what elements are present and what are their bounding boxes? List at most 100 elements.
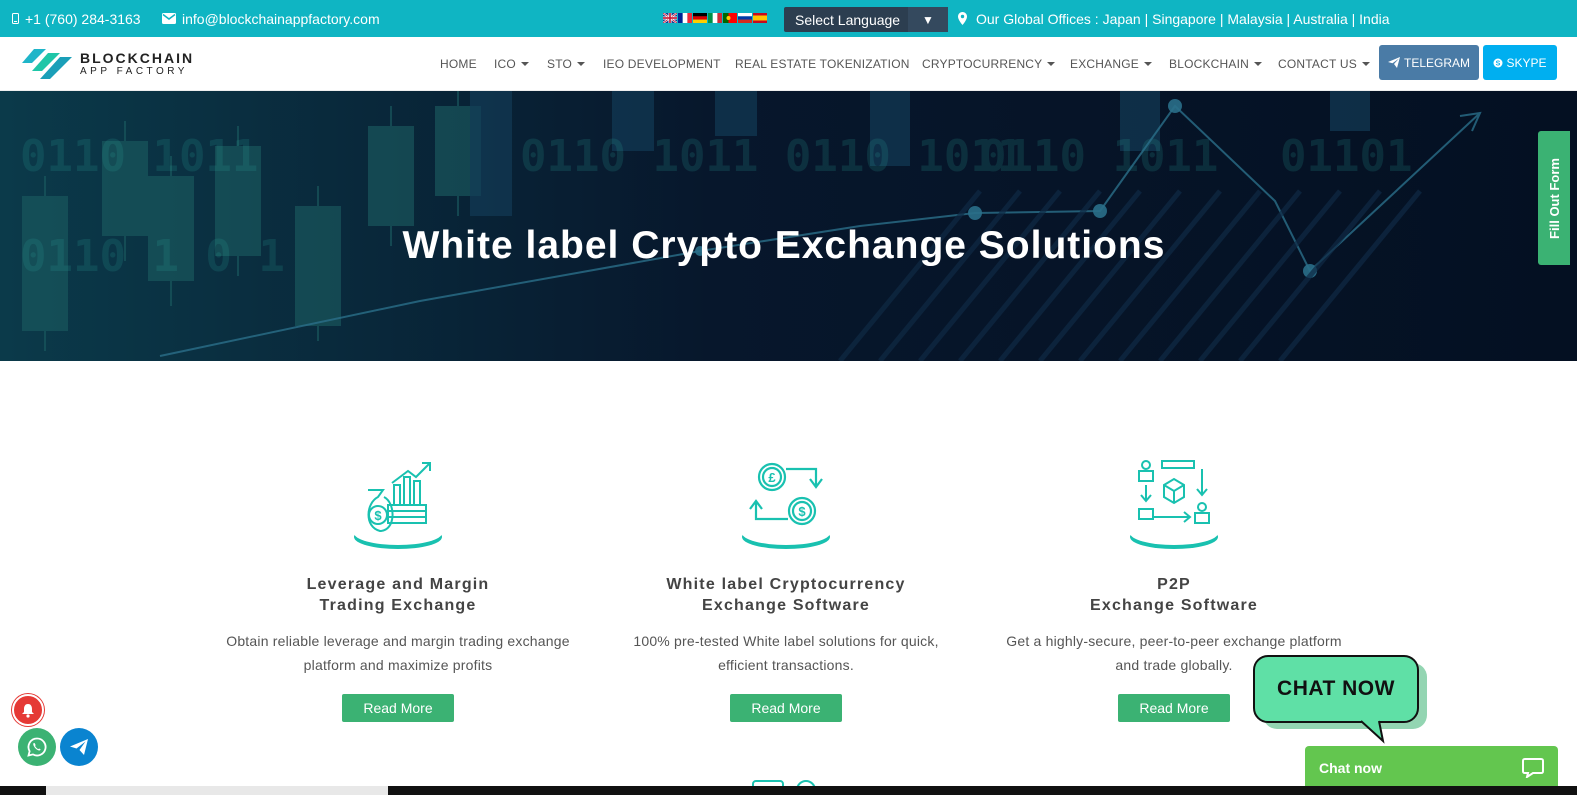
hero-title: White label Crypto Exchange Solutions (402, 224, 1166, 267)
card-desc-line2: efficient transactions. (718, 657, 854, 673)
fr-flag-icon[interactable] (678, 13, 692, 23)
card-desc-line2: and trade globally. (1115, 657, 1233, 673)
caret-down-icon (1254, 62, 1263, 66)
it-flag-icon[interactable] (708, 13, 722, 23)
nav-ico[interactable]: ICO (494, 37, 529, 91)
email-link[interactable]: info@blockchainappfactory.com (162, 0, 380, 37)
card-title: White label Cryptocurrency Exchange Soft… (596, 574, 976, 616)
chat-icon (1522, 757, 1544, 778)
main-navbar: BLOCKCHAIN APP FACTORY HOME ICO STO IEO … (0, 37, 1577, 91)
telegram-float-button[interactable] (60, 728, 98, 766)
ru-flag-icon[interactable] (738, 13, 752, 23)
gb-flag-icon[interactable] (663, 13, 677, 23)
nav-contact-us[interactable]: CONTACT US (1278, 37, 1370, 91)
offices-text: Our Global Offices : Japan | Singapore |… (976, 10, 1390, 27)
pt-flag-icon[interactable] (723, 13, 737, 23)
nav-home[interactable]: HOME (440, 37, 477, 91)
top-bar: +1 (760) 284-3163 info@blockchainappfact… (0, 0, 1577, 37)
phone-link[interactable]: +1 (760) 284-3163 (12, 0, 141, 37)
caret-down-icon (520, 62, 529, 66)
fill-out-form-tab[interactable]: Fill Out Form (1538, 131, 1570, 265)
card-desc-line1: Obtain reliable leverage and margin trad… (226, 633, 570, 649)
card-desc-line1: Get a highly-secure, peer-to-peer exchan… (1006, 633, 1342, 649)
global-offices: Our Global Offices : Japan | Singapore |… (958, 0, 1390, 37)
bottom-bar (0, 786, 1577, 795)
svg-text:01101: 01101 (1280, 131, 1412, 182)
svg-text:$: $ (798, 504, 806, 519)
caret-down-icon (1047, 62, 1056, 66)
service-card-leverage: $ Leverage and Margin Trading Exchange O… (208, 455, 588, 722)
read-more-button[interactable]: Read More (342, 694, 454, 722)
page: +1 (760) 284-3163 info@blockchainappfact… (0, 0, 1577, 795)
nav-exchange[interactable]: EXCHANGE (1070, 37, 1152, 91)
svg-text:0110 1011 0110 1011: 0110 1011 0110 1011 (520, 131, 1023, 182)
nav-cryptocurrency[interactable]: CRYPTOCURRENCY (922, 37, 1056, 91)
chat-bar-label: Chat now (1319, 759, 1382, 776)
language-select-label: Select Language (795, 11, 901, 28)
read-more-button[interactable]: Read More (1118, 694, 1230, 722)
language-flags (663, 13, 767, 23)
nav-ieo-development[interactable]: IEO DEVELOPMENT (603, 37, 721, 91)
bell-icon (22, 703, 34, 718)
svg-text:S: S (1496, 60, 1501, 67)
hero-banner: 0110 1011 0110 1 0 1 0110 1011 0110 1011… (0, 91, 1577, 361)
bottom-bar-segment (46, 786, 388, 795)
card-title-line2: Trading Exchange (319, 597, 477, 614)
fill-out-form-label: Fill Out Form (1546, 157, 1562, 239)
chat-now-label: CHAT NOW (1277, 677, 1395, 700)
caret-down-icon (577, 62, 586, 66)
logo-mark-icon (22, 49, 72, 79)
card-desc-line2: platform and maximize profits (303, 657, 493, 673)
nav-ieo-label: IEO DEVELOPMENT (603, 57, 721, 71)
svg-text:£: £ (768, 470, 776, 485)
card-desc-line1: 100% pre-tested White label solutions fo… (633, 633, 939, 649)
logo-line1: BLOCKCHAIN (80, 50, 195, 66)
dropdown-arrow-icon: ▼ (908, 7, 948, 32)
currency-exchange-icon: £ $ (742, 462, 830, 549)
card-title-line1: P2P (1157, 576, 1191, 593)
map-marker-icon (958, 12, 967, 25)
whatsapp-button[interactable] (18, 728, 56, 766)
card-title: P2P Exchange Software (984, 574, 1364, 616)
logo[interactable]: BLOCKCHAIN APP FACTORY (22, 45, 194, 83)
telegram-label: TELEGRAM (1403, 55, 1470, 70)
email-address: info@blockchainappfactory.com (182, 10, 380, 27)
card-title-line2: Exchange Software (1089, 597, 1258, 614)
nav-contact-label: CONTACT US (1278, 57, 1357, 71)
card-title-line1: White label Cryptocurrency (666, 576, 906, 593)
whatsapp-icon (27, 737, 47, 757)
language-select[interactable]: Select Language ▼ (784, 7, 948, 32)
nav-ico-label: ICO (494, 57, 516, 71)
caret-down-icon (1361, 62, 1370, 66)
card-description: 100% pre-tested White label solutions fo… (596, 629, 976, 677)
envelope-icon (162, 13, 176, 24)
nav-real-estate-tokenization[interactable]: REAL ESTATE TOKENIZATION (735, 37, 910, 91)
chat-widget-bar[interactable]: Chat now (1305, 746, 1558, 789)
nav-crypto-label: CRYPTOCURRENCY (922, 57, 1043, 71)
nav-sto-label: STO (547, 57, 573, 71)
notification-bell-button[interactable] (12, 694, 44, 726)
chat-now-bubble[interactable]: CHAT NOW (1253, 655, 1427, 744)
mobile-icon (12, 13, 19, 24)
nav-home-label: HOME (440, 57, 477, 71)
nav-blockchain[interactable]: BLOCKCHAIN (1169, 37, 1263, 91)
nav-exchange-label: EXCHANGE (1070, 57, 1139, 71)
read-more-button[interactable]: Read More (730, 694, 842, 722)
card-title-line1: Leverage and Margin (306, 576, 490, 593)
skype-label: SKYPE (1506, 55, 1547, 70)
skype-button[interactable]: S SKYPE (1483, 45, 1557, 80)
card-title-line2: Exchange Software (701, 597, 870, 614)
p2p-transfer-icon (1130, 460, 1218, 549)
svg-text:0110 1011: 0110 1011 (980, 131, 1218, 182)
nav-sto[interactable]: STO (547, 37, 586, 91)
de-flag-icon[interactable] (693, 13, 707, 23)
svg-text:$: $ (374, 508, 382, 523)
nav-blockchain-label: BLOCKCHAIN (1169, 57, 1250, 71)
skype-icon: S (1493, 58, 1503, 67)
svg-text:0110 1011: 0110 1011 (20, 131, 258, 182)
card-title: Leverage and Margin Trading Exchange (208, 574, 588, 616)
es-flag-icon[interactable] (753, 13, 767, 23)
telegram-button[interactable]: TELEGRAM (1379, 45, 1479, 80)
phone-number: +1 (760) 284-3163 (25, 10, 141, 27)
paper-plane-icon (1387, 57, 1400, 68)
